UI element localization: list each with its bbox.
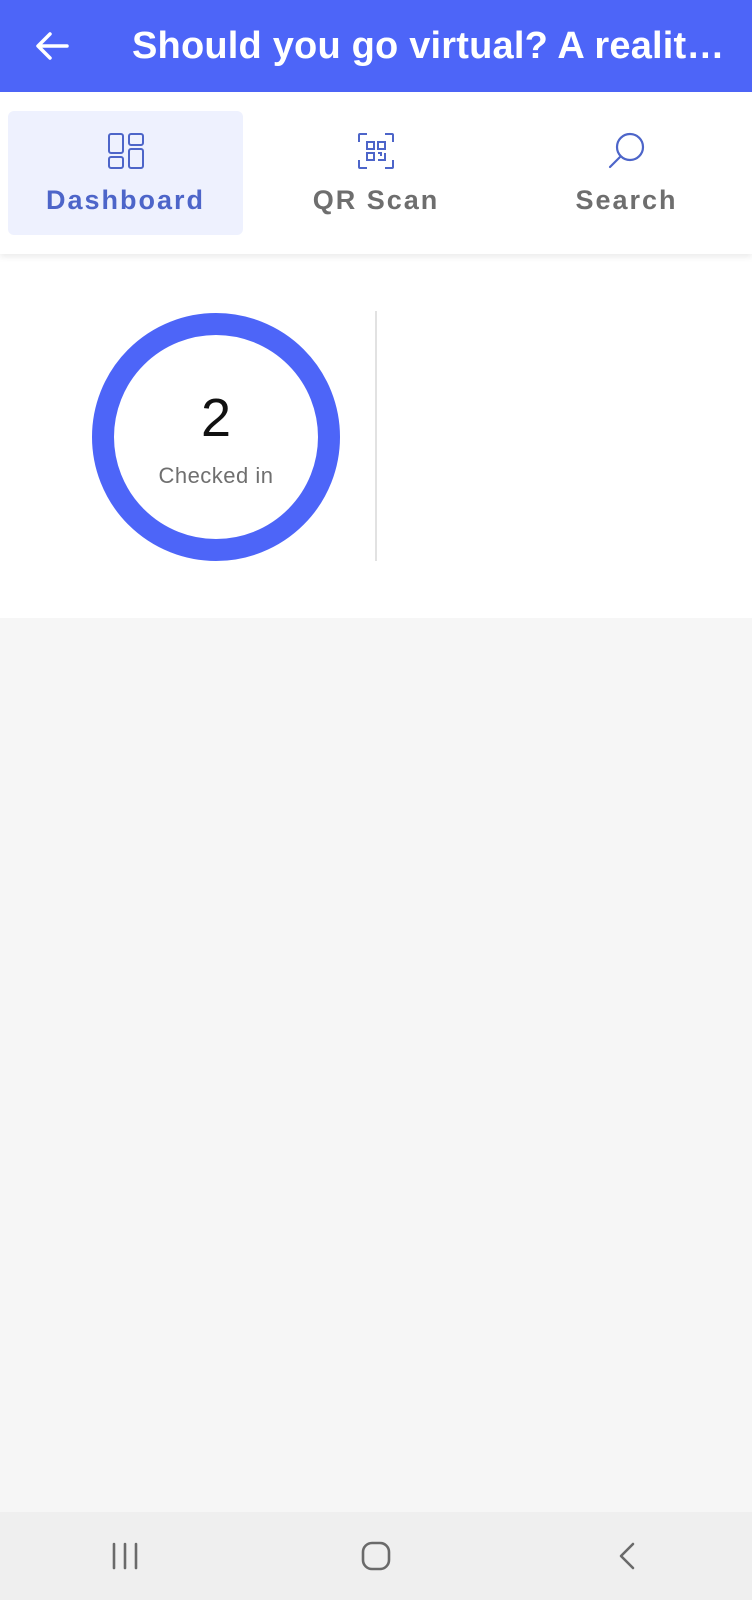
search-icon bbox=[608, 132, 644, 168]
app-bar: Should you go virtual? A reality ... bbox=[0, 0, 752, 92]
arrow-left-icon bbox=[36, 32, 69, 60]
stats-divider bbox=[375, 311, 377, 561]
recent-apps-icon bbox=[113, 1542, 138, 1570]
system-nav-bar bbox=[0, 1512, 752, 1600]
tab-bar: Dashboard QR Scan Search bbox=[0, 92, 752, 254]
back-button[interactable] bbox=[0, 0, 104, 92]
app-screen: Should you go virtual? A reality ... Das… bbox=[0, 0, 752, 1600]
page-title: Should you go virtual? A reality ... bbox=[132, 24, 734, 67]
tab-qr-scan[interactable]: QR Scan bbox=[259, 111, 494, 235]
checked-in-ring: 2 Checked in bbox=[92, 313, 340, 561]
tab-search-label: Search bbox=[575, 184, 678, 215]
checked-in-label: Checked in bbox=[158, 463, 274, 488]
qr-scan-icon bbox=[358, 132, 394, 169]
dashboard-stats-panel: 2 Checked in bbox=[0, 254, 752, 618]
system-back-button[interactable] bbox=[577, 1512, 677, 1600]
tab-qr-scan-label: QR Scan bbox=[312, 184, 440, 215]
tab-dashboard[interactable]: Dashboard bbox=[8, 111, 243, 235]
tab-dashboard-label: Dashboard bbox=[45, 184, 206, 215]
home-button[interactable] bbox=[326, 1512, 426, 1600]
home-icon bbox=[361, 1541, 391, 1571]
checked-in-count: 2 bbox=[200, 388, 232, 448]
back-icon bbox=[619, 1542, 634, 1570]
recent-apps-button[interactable] bbox=[75, 1512, 175, 1600]
tab-search[interactable]: Search bbox=[509, 111, 744, 235]
dashboard-icon bbox=[107, 132, 144, 169]
